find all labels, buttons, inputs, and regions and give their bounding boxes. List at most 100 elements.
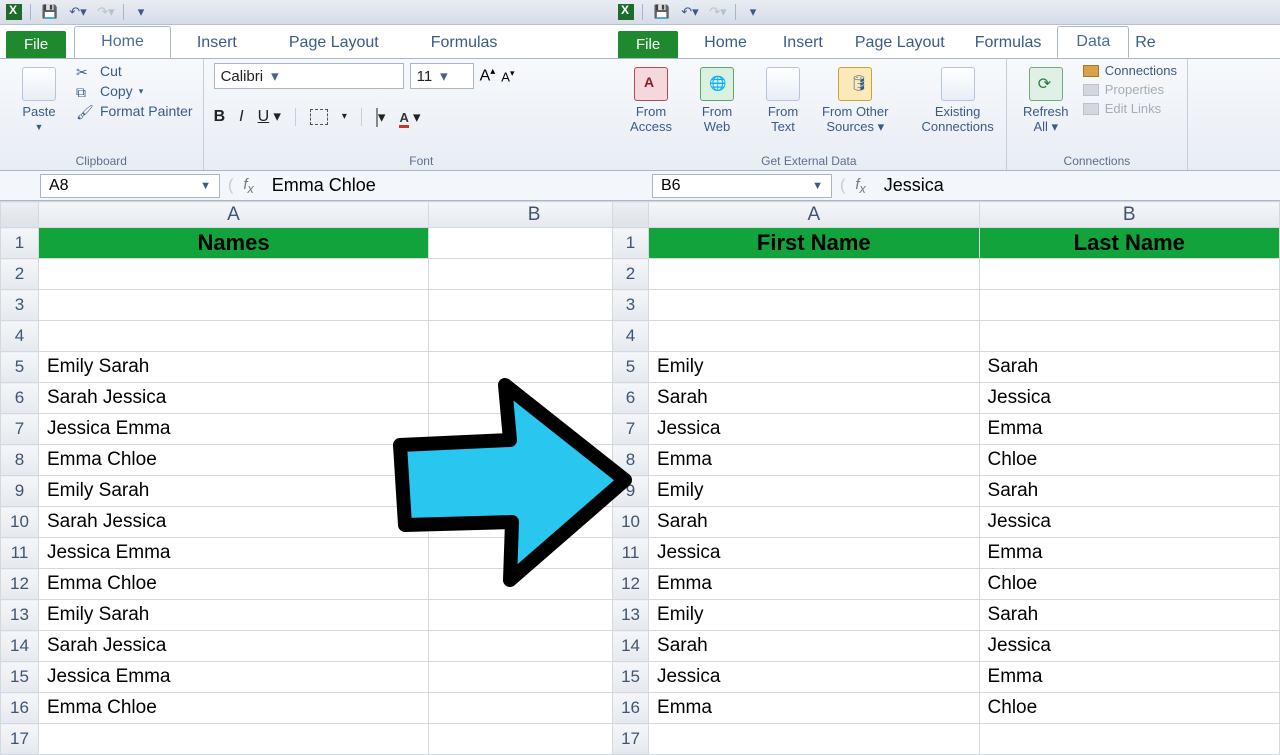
cell[interactable] bbox=[979, 259, 1279, 290]
row-header[interactable]: 15 bbox=[613, 662, 649, 693]
qat-customize-icon[interactable]: ▾ bbox=[130, 3, 152, 21]
borders-button[interactable] bbox=[310, 109, 328, 125]
cell[interactable]: Emma Chloe bbox=[38, 445, 428, 476]
save-icon[interactable]: 💾 bbox=[651, 3, 673, 21]
cut-button[interactable]: ✂Cut bbox=[76, 63, 193, 79]
cell[interactable] bbox=[979, 290, 1279, 321]
row-header[interactable]: 9 bbox=[1, 476, 39, 507]
from-web-button[interactable]: 🌐From Web bbox=[688, 63, 746, 138]
cell[interactable]: Emma bbox=[649, 693, 979, 724]
save-icon[interactable]: 💾 bbox=[39, 3, 61, 21]
row-header[interactable]: 12 bbox=[1, 569, 39, 600]
font-color-button[interactable]: A ▾ bbox=[399, 108, 420, 126]
font-size-combo[interactable]: 11▾ bbox=[410, 63, 474, 89]
cell[interactable] bbox=[429, 662, 640, 693]
tab-file[interactable]: File bbox=[618, 31, 678, 58]
row-header[interactable]: 4 bbox=[613, 321, 649, 352]
row-header[interactable]: 10 bbox=[1, 507, 39, 538]
from-text-button[interactable]: From Text bbox=[754, 63, 812, 138]
from-access-button[interactable]: AFrom Access bbox=[622, 63, 680, 138]
cell[interactable]: Chloe bbox=[979, 569, 1279, 600]
cell[interactable]: Jessica bbox=[979, 383, 1279, 414]
cell[interactable]: First Name bbox=[649, 228, 979, 259]
cell[interactable]: Sarah bbox=[649, 383, 979, 414]
italic-button[interactable]: I bbox=[239, 108, 243, 126]
cell[interactable]: Sarah bbox=[979, 352, 1279, 383]
existing-connections-button[interactable]: Existing Connections bbox=[919, 63, 995, 138]
redo-icon[interactable]: ↷▾ bbox=[95, 3, 117, 21]
shrink-font-icon[interactable]: A▾ bbox=[501, 68, 514, 84]
cell[interactable]: Sarah bbox=[649, 507, 979, 538]
cell[interactable] bbox=[429, 228, 640, 259]
cell[interactable]: Chloe bbox=[979, 693, 1279, 724]
tab-page-layout[interactable]: Page Layout bbox=[841, 28, 959, 58]
cell[interactable]: Sarah bbox=[979, 476, 1279, 507]
cell[interactable]: Sarah Jessica bbox=[38, 631, 428, 662]
row-header[interactable]: 15 bbox=[1, 662, 39, 693]
worksheet[interactable]: AB1First NameLast Name2345EmilySarah6Sar… bbox=[612, 201, 1280, 755]
refresh-all-button[interactable]: ⟳Refresh All ▾ bbox=[1017, 63, 1075, 139]
tab-file[interactable]: File bbox=[6, 31, 66, 58]
cell[interactable]: Emma Chloe bbox=[38, 569, 428, 600]
row-header[interactable]: 5 bbox=[1, 352, 39, 383]
undo-icon[interactable]: ↶▾ bbox=[679, 3, 701, 21]
cell[interactable]: Sarah bbox=[649, 631, 979, 662]
cell[interactable] bbox=[429, 290, 640, 321]
cell[interactable]: Sarah Jessica bbox=[38, 507, 428, 538]
fx-icon[interactable]: fx bbox=[845, 176, 875, 196]
select-all-corner[interactable] bbox=[1, 202, 39, 228]
qat-customize-icon[interactable]: ▾ bbox=[742, 3, 764, 21]
format-painter-button[interactable]: 🖌Format Painter bbox=[76, 103, 193, 119]
cell[interactable] bbox=[429, 693, 640, 724]
column-header-a[interactable]: A bbox=[38, 202, 428, 228]
cell[interactable]: Jessica Emma bbox=[38, 414, 428, 445]
cell[interactable]: Sarah bbox=[979, 600, 1279, 631]
tab-insert[interactable]: Insert bbox=[765, 28, 841, 58]
cell[interactable] bbox=[649, 321, 979, 352]
fill-color-button[interactable]: ▾ bbox=[376, 108, 386, 126]
copy-button[interactable]: ⧉Copy ▾ bbox=[76, 83, 193, 99]
cell[interactable]: Emily bbox=[649, 352, 979, 383]
row-header[interactable]: 17 bbox=[1, 724, 39, 755]
cell[interactable]: Emily Sarah bbox=[38, 352, 428, 383]
redo-icon[interactable]: ↷▾ bbox=[707, 3, 729, 21]
cell[interactable] bbox=[429, 631, 640, 662]
underline-button[interactable]: U ▾ bbox=[258, 107, 281, 126]
cell[interactable]: Emily Sarah bbox=[38, 600, 428, 631]
cell[interactable]: Jessica bbox=[649, 538, 979, 569]
row-header[interactable]: 2 bbox=[613, 259, 649, 290]
tab-formulas[interactable]: Formulas bbox=[959, 28, 1058, 58]
name-box[interactable]: B6▼ bbox=[652, 174, 832, 198]
row-header[interactable]: 2 bbox=[1, 259, 39, 290]
row-header[interactable]: 3 bbox=[613, 290, 649, 321]
tab-data[interactable]: Data bbox=[1057, 26, 1129, 58]
cell[interactable]: Emma bbox=[979, 538, 1279, 569]
cell[interactable] bbox=[979, 321, 1279, 352]
font-name-combo[interactable]: Calibri▾ bbox=[214, 63, 404, 89]
undo-icon[interactable]: ↶▾ bbox=[67, 3, 89, 21]
formula-value[interactable]: Jessica bbox=[876, 175, 944, 196]
column-header-b[interactable]: B bbox=[979, 202, 1279, 228]
tab-home[interactable]: Home bbox=[686, 28, 765, 58]
column-header-b[interactable]: B bbox=[429, 202, 640, 228]
grow-font-icon[interactable]: A▴ bbox=[480, 66, 496, 85]
paste-button[interactable]: Paste ▼ bbox=[10, 63, 68, 136]
select-all-corner[interactable] bbox=[613, 202, 649, 228]
column-header-a[interactable]: A bbox=[649, 202, 979, 228]
formula-value[interactable]: Emma Chloe bbox=[264, 175, 376, 196]
cell[interactable]: Emily bbox=[649, 476, 979, 507]
cell[interactable]: Emma bbox=[649, 445, 979, 476]
cell[interactable]: Last Name bbox=[979, 228, 1279, 259]
cell[interactable]: Jessica bbox=[649, 414, 979, 445]
cell[interactable] bbox=[429, 321, 640, 352]
cell[interactable] bbox=[38, 724, 428, 755]
cell[interactable]: Jessica bbox=[979, 507, 1279, 538]
row-header[interactable]: 1 bbox=[1, 228, 39, 259]
tab-page-layout[interactable]: Page Layout bbox=[263, 28, 405, 58]
cell[interactable] bbox=[649, 259, 979, 290]
cell[interactable]: Emma bbox=[979, 414, 1279, 445]
cell[interactable]: Sarah Jessica bbox=[38, 383, 428, 414]
row-header[interactable]: 14 bbox=[1, 631, 39, 662]
tab-home[interactable]: Home bbox=[74, 26, 171, 58]
row-header[interactable]: 11 bbox=[1, 538, 39, 569]
